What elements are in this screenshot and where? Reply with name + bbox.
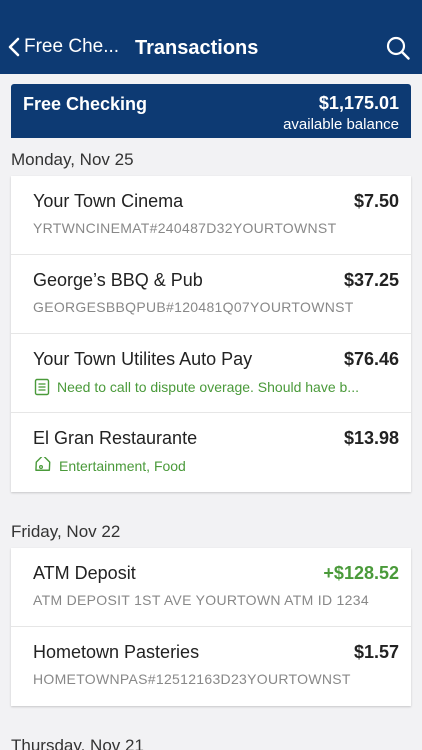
transaction-amount: +$128.52 bbox=[323, 563, 399, 583]
transaction-name: El Gran Restaurante bbox=[33, 428, 198, 448]
transaction-detail: YRTWNCINEMAT#240487D32YOURTOWNST bbox=[33, 220, 337, 236]
account-name: Free Checking bbox=[23, 94, 148, 114]
note-text: Need to call to dispute overage. Should … bbox=[57, 379, 359, 395]
back-label: Free Che... bbox=[24, 36, 120, 57]
transaction-amount: $37.25 bbox=[343, 270, 399, 290]
transaction-name: ATM Deposit bbox=[33, 563, 136, 583]
nav-bar: Free Che... Transactions bbox=[0, 0, 422, 74]
transaction-row[interactable]: Hometown Pasteries $1.57 HOMETOWNPAS#125… bbox=[11, 627, 411, 706]
tags-text: Entertainment, Food bbox=[59, 458, 186, 474]
transaction-group: ATM Deposit +$128.52 ATM DEPOSIT 1ST AVE… bbox=[11, 548, 411, 706]
transaction-row[interactable]: Your Town Cinema $7.50 YRTWNCINEMAT#2404… bbox=[11, 176, 411, 255]
transaction-amount: $7.50 bbox=[353, 191, 399, 211]
transaction-name: George’s BBQ & Pub bbox=[33, 270, 203, 290]
transaction-amount: $1.57 bbox=[353, 642, 399, 662]
transaction-detail: GEORGESBBQPUB#120481Q07YOURTOWNST bbox=[33, 299, 354, 315]
transaction-name: Your Town Cinema bbox=[33, 191, 184, 211]
transaction-row[interactable]: Your Town Utilites Auto Pay $76.46 Need … bbox=[11, 334, 411, 413]
date-header: Thursday, Nov 21 bbox=[11, 736, 144, 750]
transaction-tags: Entertainment, Food bbox=[33, 457, 393, 475]
back-button[interactable]: Free Che... bbox=[8, 36, 119, 58]
account-summary[interactable]: Free Checking $1,175.01 available balanc… bbox=[11, 84, 411, 138]
transaction-amount: $76.46 bbox=[343, 349, 399, 369]
transaction-name: Your Town Utilites Auto Pay bbox=[33, 349, 253, 369]
transaction-detail: ATM DEPOSIT 1ST AVE YOURTOWN ATM ID 1234 bbox=[33, 592, 369, 608]
transaction-row[interactable]: George’s BBQ & Pub $37.25 GEORGESBBQPUB#… bbox=[11, 255, 411, 334]
balance-label: available balance bbox=[283, 116, 399, 133]
note-icon bbox=[34, 378, 50, 396]
page-title: Transactions bbox=[135, 37, 259, 59]
tag-icon bbox=[35, 457, 51, 471]
date-header: Friday, Nov 22 bbox=[11, 522, 121, 541]
search-icon bbox=[386, 36, 410, 60]
search-button[interactable] bbox=[386, 36, 410, 65]
transaction-name: Hometown Pasteries bbox=[33, 642, 200, 662]
transaction-group: Your Town Cinema $7.50 YRTWNCINEMAT#2404… bbox=[11, 176, 411, 492]
account-balance: $1,175.01 bbox=[318, 93, 399, 113]
transaction-row[interactable]: El Gran Restaurante $13.98 Entertainment… bbox=[11, 413, 411, 492]
transaction-amount: $13.98 bbox=[343, 428, 399, 448]
date-header: Monday, Nov 25 bbox=[11, 150, 134, 169]
transaction-note: Need to call to dispute overage. Should … bbox=[33, 378, 393, 396]
transaction-detail: HOMETOWNPAS#12512163D23YOURTOWNST bbox=[33, 671, 351, 687]
transaction-row[interactable]: ATM Deposit +$128.52 ATM DEPOSIT 1ST AVE… bbox=[11, 548, 411, 627]
chevron-left-icon bbox=[8, 37, 20, 57]
